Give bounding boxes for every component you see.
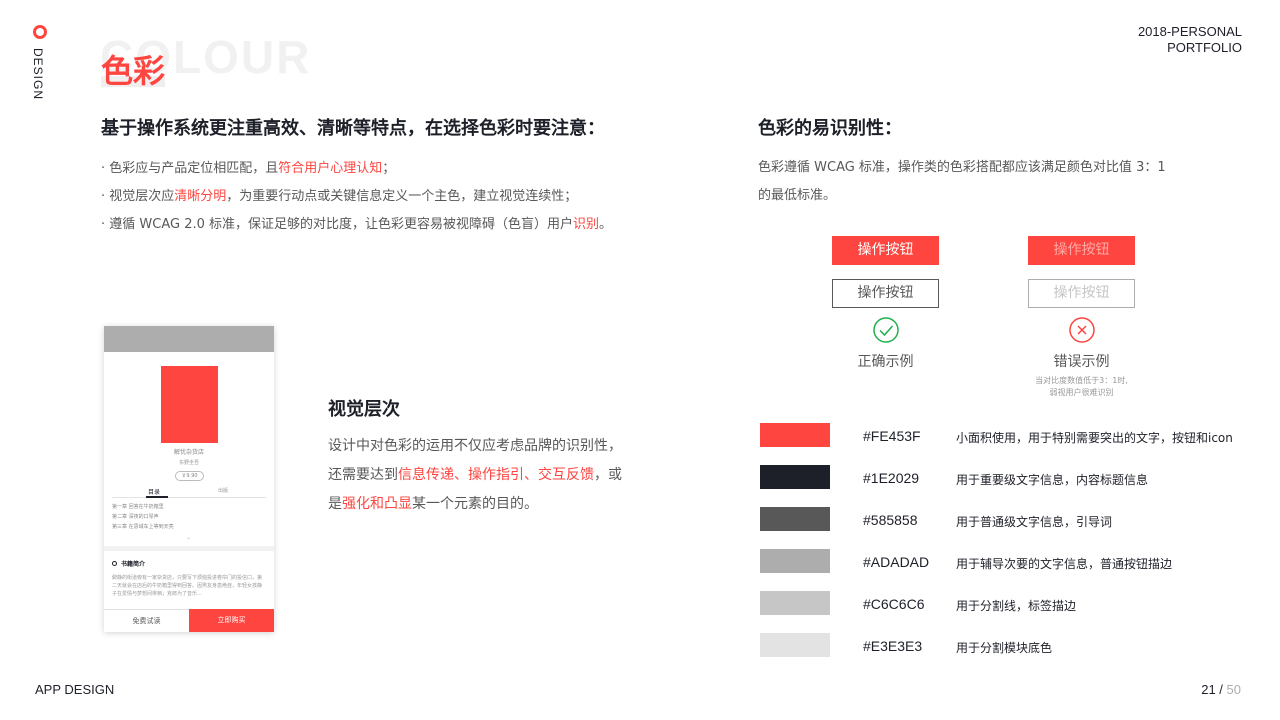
book-author: 东野圭吾 (178, 460, 199, 466)
visual-line: 还需要达到信息传递、操作指引、交互反馈，或 (328, 461, 622, 490)
wrong-note: 当对比度数值低于3：1时, 弱视用户很难识别 (1028, 375, 1135, 399)
recognizability-text: 色彩遵循 WCAG 标准，操作类的色彩搭配都应该满足颜色对比值 3：1 的最低标… (758, 154, 1166, 210)
wrong-outline-button[interactable]: 操作按钮 (1028, 279, 1135, 308)
phone-mockup: 解忧杂货店 东野圭吾 ￥9.90 目录 出版 第一章 回答在牛奶箱里 第二章 深… (104, 326, 274, 632)
recognizability-line: 色彩遵循 WCAG 标准，操作类的色彩搭配都应该满足颜色对比值 3：1 (758, 160, 1166, 175)
color-usage: 用于分割模块底色 (956, 641, 1053, 655)
principle-item: · 视觉层次应清晰分明，为重要行动点或关键信息定义一个主色，建立视觉连续性； (101, 183, 612, 211)
color-usage: 用于辅导次要的文字信息，普通按钮描边 (956, 557, 1173, 571)
color-swatch (760, 465, 830, 489)
price-badge: ￥9.90 (175, 471, 204, 481)
principle-item: · 遵循 WCAG 2.0 标准，保证足够的对比度，让色彩更容易被视障碍（色盲）… (101, 211, 612, 239)
check-icon (873, 317, 899, 343)
visual-line: 设计中对色彩的运用不仅应考虑品牌的识别性， (328, 438, 622, 454)
chapter-item[interactable]: 第二章 深夜的口琴声 (112, 513, 159, 520)
correct-outline-button[interactable]: 操作按钮 (832, 279, 939, 308)
color-swatch (760, 507, 830, 531)
visual-text-part: ，或 (594, 467, 622, 483)
tab-publish[interactable]: 出版 (218, 487, 228, 494)
trial-button[interactable]: 免费试读 (104, 609, 189, 632)
tab-indicator (146, 496, 168, 498)
principles-list: · 色彩应与产品定位相匹配，且符合用户心理认知； · 视觉层次应清晰分明，为重要… (101, 155, 612, 239)
footer-label: APP DESIGN (35, 682, 115, 697)
visual-text-part: 还需要达到 (328, 467, 398, 483)
color-hex: #585858 (863, 512, 918, 528)
color-usage: 小面积使用，用于特别需要突出的文字，按钮和icon (956, 431, 1233, 445)
side-label: DESIGN (31, 48, 45, 101)
page-separator: / (1215, 682, 1227, 697)
book-cover (161, 366, 218, 443)
color-swatch (760, 423, 830, 447)
tab-contents[interactable]: 目录 (148, 487, 160, 496)
color-hex: #ADADAD (863, 554, 930, 570)
principles-heading: 基于操作系统更注重高效、清晰等特点，在选择色彩时要注意： (101, 118, 605, 139)
page-indicator: 21 / 50 (1201, 682, 1241, 697)
visual-highlight: 信息传递、操作指引、交互反馈 (398, 467, 594, 483)
page-title: 色彩 (101, 52, 166, 90)
visual-highlight: 强化和凸显 (342, 496, 412, 512)
buy-button[interactable]: 立即购买 (189, 609, 274, 632)
chapter-item[interactable]: 第一章 回答在牛奶箱里 (112, 503, 164, 510)
visual-heading: 视觉层次 (328, 399, 400, 420)
page-total: 50 (1226, 682, 1241, 697)
principle-text: · 视觉层次应 (101, 189, 175, 204)
principle-text: ； (382, 161, 396, 176)
brand-label: 2018-PERSONAL PORTFOLIO (1138, 24, 1242, 56)
wrong-note-line: 弱视用户很难识别 (1049, 388, 1114, 397)
correct-primary-button[interactable]: 操作按钮 (832, 236, 939, 265)
brand-line-1: 2018-PERSONAL (1137, 24, 1242, 39)
color-hex: #1E2029 (863, 470, 920, 486)
wrong-label: 错误示例 (1053, 354, 1110, 370)
circle-icon (112, 561, 117, 566)
close-icon (1069, 317, 1095, 343)
principle-text: · 遵循 WCAG 2.0 标准，保证足够的对比度，让色彩更容易被视障碍（色盲）… (101, 217, 574, 232)
color-swatch (760, 591, 830, 615)
phone-tabs: 目录 出版 (112, 486, 266, 498)
principle-highlight: 清晰分明 (174, 189, 227, 204)
principle-highlight: 符合用户心理认知 (278, 161, 383, 176)
color-hex: #E3E3E3 (863, 638, 923, 654)
color-swatch (760, 549, 830, 573)
recognizability-heading: 色彩的易识别性： (758, 118, 902, 139)
visual-text: 设计中对色彩的运用不仅应考虑品牌的识别性， 还需要达到信息传递、操作指引、交互反… (328, 432, 622, 519)
intro-title: 书籍简介 (121, 561, 146, 568)
color-usage: 用于分割线，标签描边 (956, 599, 1077, 613)
intro-text: 僻静的街道旁有一家杂货店，只要写下烦恼投进卷帘门的投信口，第二天就会在店后的牛奶… (112, 575, 263, 597)
principle-item: · 色彩应与产品定位相匹配，且符合用户心理认知； (101, 155, 612, 183)
wrong-note-line: 当对比度数值低于3：1时, (1035, 376, 1128, 385)
visual-line: 是强化和凸显某一个元素的目的。 (328, 490, 622, 519)
phone-divider (104, 546, 274, 551)
principle-text: 。 (599, 217, 613, 232)
chapter-item[interactable]: 第三章 在思域车上等到天亮 (112, 523, 174, 530)
color-hex: #C6C6C6 (863, 596, 925, 612)
phone-status-bar (104, 326, 274, 352)
page-current: 21 (1201, 682, 1216, 697)
visual-text-part: 某一个元素的目的。 (412, 496, 538, 512)
color-usage: 用于重要级文字信息，内容标题信息 (956, 473, 1149, 487)
chevron-down-icon[interactable]: ⌄ (186, 534, 191, 541)
principle-text: · 色彩应与产品定位相匹配，且 (101, 161, 279, 176)
brand-line-2: PORTFOLIO (1167, 40, 1242, 55)
ring-icon (33, 25, 47, 39)
color-usage: 用于普通级文字信息，引导词 (956, 515, 1113, 529)
wrong-primary-button[interactable]: 操作按钮 (1028, 236, 1135, 265)
recognizability-line: 的最低标准。 (758, 188, 837, 203)
book-title: 解忧杂货店 (173, 449, 204, 456)
color-swatch (760, 633, 830, 657)
color-hex: #FE453F (863, 428, 921, 444)
principle-text: ，为重要行动点或关键信息定义一个主色，建立视觉连续性； (226, 189, 578, 204)
visual-text-part: 是 (328, 496, 342, 512)
correct-label: 正确示例 (857, 354, 914, 370)
principle-highlight: 识别 (573, 217, 600, 232)
